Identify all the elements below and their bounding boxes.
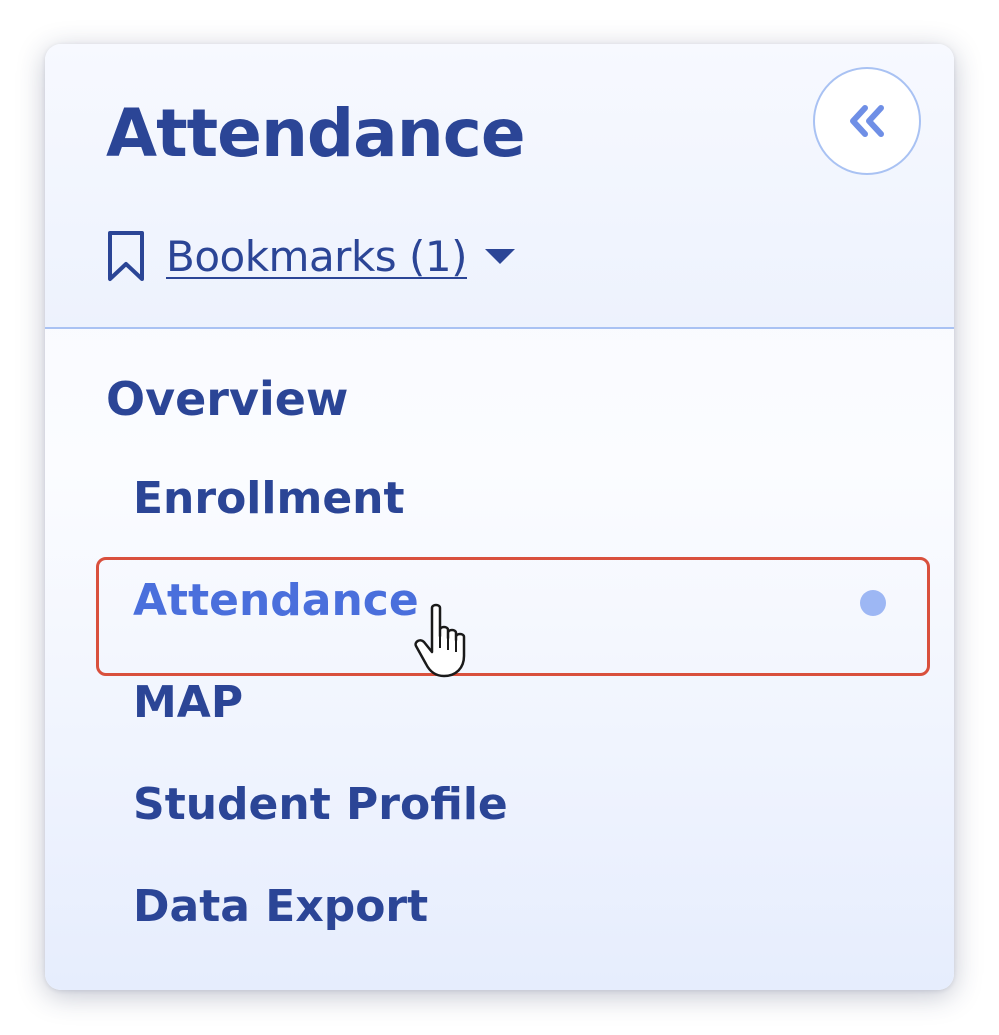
nav-item-map[interactable]: MAP <box>133 673 243 733</box>
sidebar-panel: Attendance Bookmarks (1) Overview Enroll… <box>45 44 954 990</box>
page-title: Attendance <box>106 95 526 172</box>
nav-item-data-export[interactable]: Data Export <box>133 877 428 937</box>
section-heading-overview: Overview <box>106 372 349 426</box>
collapse-sidebar-button[interactable] <box>813 67 921 175</box>
double-chevron-left-icon <box>850 105 884 137</box>
bookmarks-dropdown[interactable]: Bookmarks (1) <box>106 226 517 286</box>
sidebar-header: Attendance Bookmarks (1) <box>45 44 954 329</box>
nav-item-enrollment[interactable]: Enrollment <box>133 469 405 529</box>
active-indicator-dot <box>860 590 886 616</box>
bookmarks-label: Bookmarks (1) <box>166 231 468 281</box>
bookmark-icon <box>106 230 146 282</box>
nav-item-attendance[interactable]: Attendance <box>133 571 419 631</box>
caret-down-icon <box>483 247 517 265</box>
nav-item-student-profile[interactable]: Student Profile <box>133 775 508 835</box>
